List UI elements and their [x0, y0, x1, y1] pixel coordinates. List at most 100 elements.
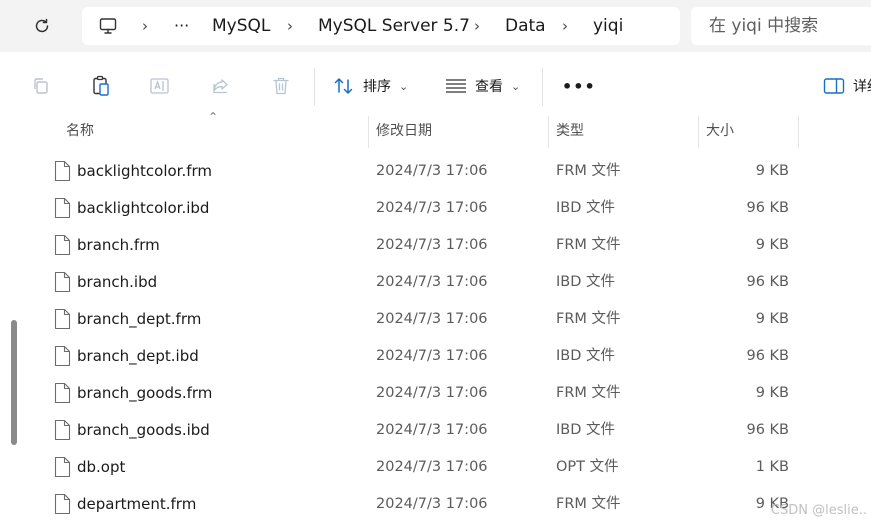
- file-name[interactable]: department.frm: [77, 486, 196, 523]
- file-row[interactable]: branch_goods.frm 2024/7/3 17:06 FRM 文件 9 KB: [0, 375, 871, 412]
- file-type: OPT 文件: [556, 459, 619, 475]
- file-row[interactable]: branch.ibd 2024/7/3 17:06 IBD 文件 96 KB: [0, 264, 871, 301]
- delete-icon: [273, 77, 289, 95]
- file-size: 9 KB: [755, 311, 789, 327]
- file-date: 2024/7/3 17:06: [376, 385, 488, 401]
- file-icon: [54, 456, 71, 478]
- divider: [542, 68, 543, 106]
- file-type: FRM 文件: [556, 311, 621, 327]
- file-type: IBD 文件: [556, 422, 615, 438]
- file-date: 2024/7/3 17:06: [376, 422, 488, 438]
- file-date: 2024/7/3 17:06: [376, 311, 488, 327]
- column-header-type[interactable]: 类型: [556, 116, 584, 148]
- file-name[interactable]: branch_goods.frm: [77, 375, 212, 412]
- breadcrumb-item[interactable]: MySQL: [212, 7, 270, 45]
- file-size: 96 KB: [746, 422, 789, 438]
- file-icon: [54, 419, 71, 441]
- file-size: 96 KB: [746, 348, 789, 364]
- file-icon: [54, 493, 71, 515]
- file-name[interactable]: branch.frm: [77, 227, 160, 264]
- search-box[interactable]: 在 yiqi 中搜索: [691, 7, 871, 45]
- address-bar[interactable]: › ··· MySQL › MySQL Server 5.7 › Data › …: [82, 7, 680, 45]
- file-size: 9 KB: [755, 163, 789, 179]
- file-name[interactable]: db.opt: [77, 449, 125, 486]
- file-row[interactable]: backlightcolor.frm 2024/7/3 17:06 FRM 文件 9 …: [0, 153, 871, 190]
- chevron-right-icon[interactable]: ›: [287, 7, 293, 45]
- file-row[interactable]: branch_goods.ibd 2024/7/3 17:06 IBD 文件 96 K…: [0, 412, 871, 449]
- refresh-icon: [35, 18, 49, 33]
- file-date: 2024/7/3 17:06: [376, 459, 488, 475]
- file-icon: [54, 234, 71, 256]
- file-row[interactable]: backlightcolor.ibd 2024/7/3 17:06 IBD 文件 96…: [0, 190, 871, 227]
- file-type: IBD 文件: [556, 200, 615, 216]
- chevron-right-icon[interactable]: ›: [142, 7, 148, 45]
- column-header: ⌃ 名称 修改日期 类型 大小: [22, 110, 871, 148]
- column-divider[interactable]: [798, 116, 799, 148]
- file-type: FRM 文件: [556, 163, 621, 179]
- sort-button[interactable]: 排序 ⌄: [333, 72, 408, 100]
- details-pane-icon: [823, 78, 845, 94]
- rename-button[interactable]: [146, 72, 174, 100]
- file-type: FRM 文件: [556, 385, 621, 401]
- breadcrumb-more[interactable]: ···: [174, 7, 189, 45]
- column-divider[interactable]: [548, 116, 549, 148]
- chevron-right-icon[interactable]: ›: [474, 7, 480, 45]
- file-date: 2024/7/3 17:06: [376, 200, 488, 216]
- file-icon: [54, 308, 71, 330]
- file-icon: [54, 160, 71, 182]
- file-date: 2024/7/3 17:06: [376, 237, 488, 253]
- column-divider[interactable]: [368, 116, 369, 148]
- file-name[interactable]: backlightcolor.frm: [77, 153, 212, 190]
- file-row[interactable]: branch.frm 2024/7/3 17:06 FRM 文件 9 KB: [0, 227, 871, 264]
- sort-label: 排序: [363, 79, 391, 95]
- file-size: 96 KB: [746, 274, 789, 290]
- file-date: 2024/7/3 17:06: [376, 348, 488, 364]
- file-size: 1 KB: [755, 459, 789, 475]
- file-list: backlightcolor.frm 2024/7/3 17:06 FRM 文件 9 …: [0, 153, 871, 523]
- file-row[interactable]: department.frm 2024/7/3 17:06 FRM 文件 9 KB: [0, 486, 871, 523]
- file-date: 2024/7/3 17:06: [376, 274, 488, 290]
- file-icon: [54, 271, 71, 293]
- file-row[interactable]: branch_dept.ibd 2024/7/3 17:06 IBD 文件 96 KB: [0, 338, 871, 375]
- chevron-right-icon[interactable]: ›: [562, 7, 568, 45]
- copy-button[interactable]: [27, 72, 55, 100]
- file-name[interactable]: branch_dept.ibd: [77, 338, 199, 375]
- file-icon: [54, 345, 71, 367]
- file-icon: [54, 382, 71, 404]
- file-size: 9 KB: [755, 237, 789, 253]
- file-name[interactable]: branch.ibd: [77, 264, 157, 301]
- file-date: 2024/7/3 17:06: [376, 163, 488, 179]
- paste-button[interactable]: [87, 72, 115, 100]
- file-name[interactable]: branch_goods.ibd: [77, 412, 210, 449]
- file-row[interactable]: branch_dept.frm 2024/7/3 17:06 FRM 文件 9 KB: [0, 301, 871, 338]
- sort-ascending-icon: ⌃: [208, 110, 219, 124]
- share-button[interactable]: [207, 72, 235, 100]
- file-size: 9 KB: [755, 385, 789, 401]
- view-icon: [446, 79, 466, 93]
- file-name[interactable]: branch_dept.frm: [77, 301, 201, 338]
- breadcrumb-item[interactable]: Data: [505, 7, 546, 45]
- divider: [314, 68, 315, 106]
- column-header-date[interactable]: 修改日期: [376, 116, 432, 148]
- file-name[interactable]: backlightcolor.ibd: [77, 190, 209, 227]
- file-size: 96 KB: [746, 200, 789, 216]
- file-type: IBD 文件: [556, 274, 615, 290]
- breadcrumb-item-current[interactable]: yiqi: [593, 7, 623, 45]
- more-options-button[interactable]: •••: [562, 72, 596, 100]
- file-type: FRM 文件: [556, 496, 621, 512]
- details-label: 详细: [853, 79, 871, 95]
- delete-button[interactable]: [267, 72, 295, 100]
- computer-icon[interactable]: [98, 16, 118, 40]
- chevron-down-icon: ⌄: [399, 79, 409, 93]
- file-type: IBD 文件: [556, 348, 615, 364]
- column-divider[interactable]: [698, 116, 699, 148]
- file-row[interactable]: db.opt 2024/7/3 17:06 OPT 文件 1 KB: [0, 449, 871, 486]
- refresh-button[interactable]: [28, 12, 56, 40]
- column-header-name[interactable]: 名称: [66, 116, 94, 148]
- search-placeholder: 在 yiqi 中搜索: [709, 16, 819, 36]
- watermark: CSDN @leslie..: [770, 503, 867, 518]
- column-header-size[interactable]: 大小: [706, 116, 734, 148]
- details-pane-button[interactable]: 详细: [823, 72, 871, 100]
- breadcrumb-item[interactable]: MySQL Server 5.7: [318, 7, 470, 45]
- view-button[interactable]: 查看 ⌄: [445, 72, 520, 100]
